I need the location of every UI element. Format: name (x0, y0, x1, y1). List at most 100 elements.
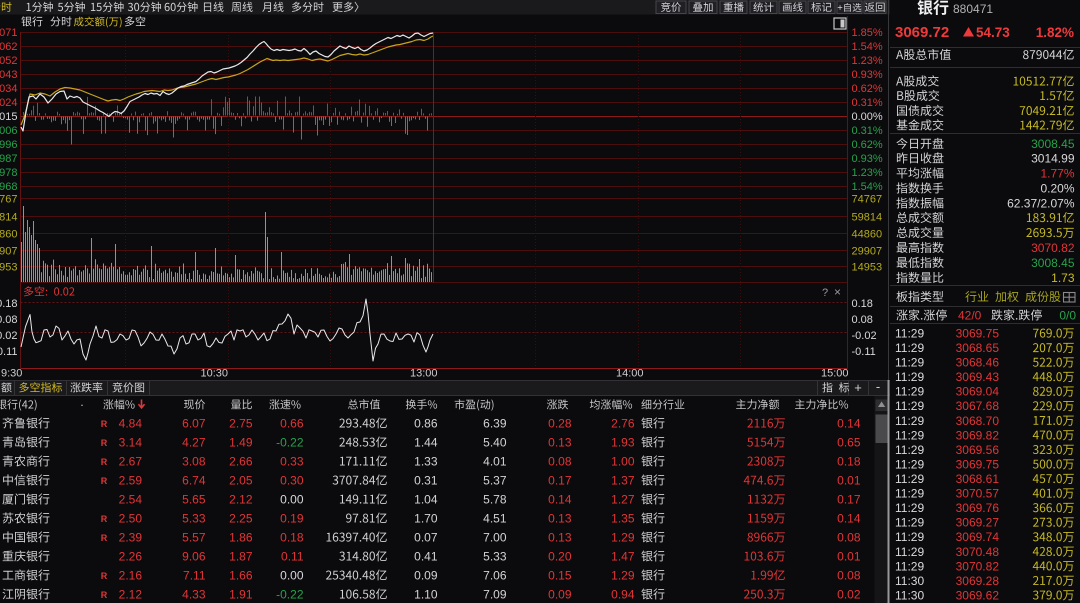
svg-text:5.57: 5.57 (182, 531, 206, 545)
svg-text:1.37: 1.37 (611, 474, 635, 488)
svg-text:0.08: 0.08 (548, 455, 572, 469)
svg-text:0.08: 0.08 (852, 314, 873, 326)
svg-text:043: 043 (0, 69, 18, 81)
svg-text:978: 978 (0, 167, 18, 179)
svg-text:3069.75: 3069.75 (956, 458, 1000, 472)
svg-text:0.00%: 0.00% (852, 111, 883, 123)
svg-text:0.08: 0.08 (837, 531, 861, 545)
svg-text:1.44: 1.44 (414, 436, 438, 450)
svg-text:3070.82: 3070.82 (956, 559, 1000, 573)
svg-text:1.91: 1.91 (229, 588, 253, 602)
svg-text:2.67: 2.67 (119, 455, 143, 469)
svg-text:0.08: 0.08 (837, 569, 861, 583)
svg-text:0.33: 0.33 (280, 455, 304, 469)
svg-text:0.09: 0.09 (414, 569, 438, 583)
svg-text:0.00: 0.00 (280, 493, 304, 507)
svg-text:0.13: 0.13 (548, 436, 572, 450)
svg-text:0.14: 0.14 (837, 417, 861, 431)
svg-text:-0.11: -0.11 (852, 346, 876, 358)
svg-text:4.51: 4.51 (483, 512, 507, 526)
svg-text:2.75: 2.75 (229, 417, 253, 431)
svg-text:0.17: 0.17 (837, 493, 861, 507)
svg-text:4.01: 4.01 (483, 455, 507, 469)
svg-text:1.73: 1.73 (1051, 271, 1075, 285)
svg-text:1.35: 1.35 (611, 512, 635, 526)
svg-text:2.12: 2.12 (229, 493, 253, 507)
svg-text:0.20%: 0.20% (1040, 182, 1074, 196)
svg-text:62.37/2.07%: 62.37/2.07% (1007, 197, 1075, 211)
svg-text:3070.57: 3070.57 (956, 487, 1000, 501)
svg-text:2.05: 2.05 (229, 474, 253, 488)
svg-text:0.94: 0.94 (611, 588, 635, 602)
svg-text:2.76: 2.76 (611, 417, 635, 431)
svg-text:15:00: 15:00 (821, 368, 849, 380)
svg-text:0.09: 0.09 (548, 588, 572, 602)
svg-text:2.26: 2.26 (119, 550, 143, 564)
svg-text:11:29: 11:29 (895, 545, 924, 559)
svg-text:1.54%: 1.54% (852, 181, 883, 193)
svg-text:0.86: 0.86 (414, 417, 438, 431)
svg-text:1.33: 1.33 (414, 455, 438, 469)
svg-text:R: R (101, 533, 108, 543)
svg-text:0.07: 0.07 (414, 531, 438, 545)
svg-text:11:29: 11:29 (895, 443, 924, 457)
svg-text:14:00: 14:00 (616, 368, 644, 380)
svg-text:1.29: 1.29 (611, 569, 635, 583)
svg-text:10:30: 10:30 (200, 368, 228, 380)
svg-text:7.06: 7.06 (483, 569, 507, 583)
svg-text:3069.62: 3069.62 (956, 588, 1000, 602)
svg-text:0.13: 0.13 (548, 531, 572, 545)
svg-text:1.47: 1.47 (611, 550, 635, 564)
svg-text:3069.27: 3069.27 (956, 516, 1000, 530)
svg-text:1.29: 1.29 (611, 531, 635, 545)
svg-text:11:30: 11:30 (895, 588, 924, 602)
svg-text:7.11: 7.11 (183, 569, 206, 583)
svg-text:-: - (876, 379, 880, 394)
svg-text:767: 767 (0, 194, 18, 206)
svg-text:5.40: 5.40 (483, 436, 507, 450)
svg-text:3069.28: 3069.28 (956, 574, 1000, 588)
svg-text:R: R (101, 590, 108, 600)
svg-text:034: 034 (0, 83, 18, 95)
svg-text:1.77%: 1.77% (1040, 167, 1074, 181)
svg-text:·: · (80, 398, 84, 412)
svg-text:2.66: 2.66 (229, 455, 253, 469)
svg-text:3069.72: 3069.72 (895, 24, 949, 41)
svg-text:0.20: 0.20 (548, 550, 572, 564)
svg-text:-0.02: -0.02 (852, 330, 877, 342)
svg-text:062: 062 (0, 41, 18, 53)
svg-text:1.23%: 1.23% (852, 55, 883, 67)
svg-text:3070.48: 3070.48 (956, 545, 1000, 559)
svg-text:880471: 880471 (953, 2, 993, 16)
svg-text:0.15: 0.15 (548, 569, 572, 583)
svg-text:3070.82: 3070.82 (1031, 241, 1075, 255)
svg-text:1.86: 1.86 (229, 531, 253, 545)
svg-text:7.09: 7.09 (483, 588, 507, 602)
svg-text:0.11: 0.11 (281, 550, 304, 564)
svg-text:11:29: 11:29 (895, 428, 924, 442)
svg-text:44860: 44860 (852, 229, 883, 241)
svg-text:0/0: 0/0 (1059, 309, 1076, 323)
svg-text:0.31: 0.31 (414, 474, 438, 488)
svg-text:29907: 29907 (852, 246, 883, 258)
svg-text:0.30: 0.30 (280, 474, 304, 488)
svg-text:3008.45: 3008.45 (1031, 256, 1075, 270)
svg-text:3069.82: 3069.82 (956, 428, 1000, 442)
svg-text:1.23%: 1.23% (852, 167, 883, 179)
svg-text:1.82%: 1.82% (1036, 25, 1074, 40)
svg-text:0.28: 0.28 (548, 417, 572, 431)
svg-text:11:29: 11:29 (895, 356, 924, 370)
svg-text:0.18: 0.18 (852, 298, 873, 310)
svg-text:1.54%: 1.54% (852, 41, 883, 53)
svg-text:54.73: 54.73 (976, 25, 1010, 40)
svg-text:11:29: 11:29 (895, 327, 924, 341)
svg-text:R: R (101, 476, 108, 486)
svg-text:11:29: 11:29 (895, 458, 924, 472)
svg-text:814: 814 (0, 212, 18, 224)
svg-text:3008.45: 3008.45 (1031, 137, 1075, 151)
svg-text:11:29: 11:29 (895, 472, 924, 486)
svg-text:1.66: 1.66 (229, 569, 253, 583)
svg-text:3069.74: 3069.74 (956, 530, 1000, 544)
svg-text:968: 968 (0, 181, 18, 193)
svg-text:0.17: 0.17 (548, 474, 572, 488)
